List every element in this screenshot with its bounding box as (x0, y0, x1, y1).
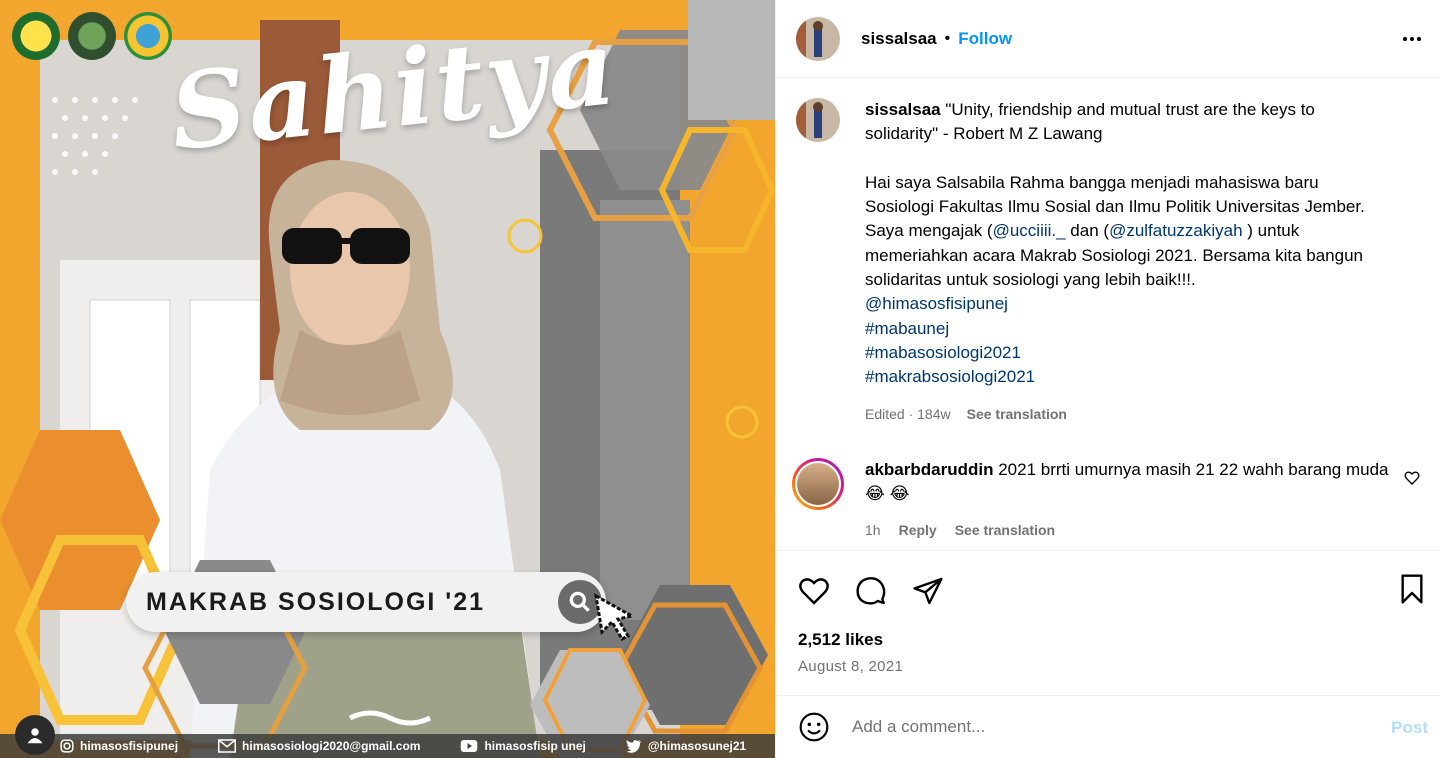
faculty-logo (68, 12, 116, 60)
story-avatar[interactable] (792, 457, 844, 510)
footer-twitter: @himasosunej21 (625, 739, 747, 753)
youtube-icon (461, 740, 478, 752)
like-comment-icon[interactable] (1404, 470, 1420, 486)
post-panel: sissalsaa • Follow sissalsaa "Unity, fri… (775, 0, 1440, 758)
heart-icon[interactable] (798, 575, 830, 607)
hashtag-link[interactable]: #makrabsosiologi2021 (865, 367, 1035, 386)
caption-text: sissalsaa "Unity, friendship and mutual … (865, 98, 1385, 426)
post-button[interactable]: Post (1391, 718, 1428, 738)
comment-input[interactable] (852, 717, 1332, 737)
footer-text: himasosfisip unej (484, 739, 586, 753)
separator-dot: • (944, 29, 951, 47)
twitter-icon (625, 740, 642, 753)
comment-icon[interactable] (855, 575, 887, 607)
user-icon (27, 728, 43, 744)
banner-text: MAKRAB SOSIOLOGI '21 (146, 587, 486, 616)
hashtag-link[interactable]: #mabasosiologi2021 (865, 343, 1021, 362)
avatar[interactable] (796, 16, 840, 61)
comment-time: 1h (865, 522, 881, 539)
more-options-icon[interactable] (1400, 27, 1424, 51)
cursor-icon (594, 593, 637, 641)
footer-text: @himasosunej21 (647, 739, 747, 753)
action-bar (776, 550, 1440, 630)
instagram-icon (60, 739, 74, 753)
caption-meta: Edited · 184w See translation (865, 402, 1385, 426)
footer-email: himasosiologi2020@gmail.com (218, 739, 420, 753)
comment-text: akbarbdaruddin 2021 brrti umurnya masih … (865, 458, 1395, 543)
reply-button[interactable]: Reply (899, 518, 937, 542)
comment-item: akbarbdaruddin 2021 brrti umurnya masih … (792, 457, 1420, 543)
footer-text: himasosfisipunej (80, 739, 179, 753)
footer-youtube: himasosfisip unej (460, 739, 586, 753)
user-tag-button[interactable] (15, 715, 55, 755)
caption-username[interactable]: sissalsaa (865, 100, 941, 119)
logos (12, 12, 172, 60)
mention-link[interactable]: @ucciiii._ (993, 221, 1066, 240)
mail-icon (218, 739, 237, 753)
bookmark-icon[interactable] (1396, 573, 1428, 605)
emoji-icon[interactable] (798, 711, 830, 743)
avatar[interactable] (796, 98, 840, 142)
footer-instagram: himasosfisipunej (60, 739, 178, 753)
comment-username[interactable]: akbarbdaruddin (865, 460, 993, 479)
post-media[interactable]: Sahitya MAKRAB SOSIOLOGI '21 himasosfisi… (0, 0, 775, 758)
comments-section: sissalsaa "Unity, friendship and mutual … (776, 78, 1440, 550)
see-translation-button[interactable]: See translation (955, 518, 1055, 542)
edited-time: Edited · 184w (865, 405, 951, 422)
caption: sissalsaa "Unity, friendship and mutual … (796, 98, 1420, 426)
event-banner: MAKRAB SOSIOLOGI '21 (126, 572, 606, 632)
share-icon[interactable] (912, 575, 944, 607)
add-comment-bar: Post (776, 695, 1440, 758)
mention-link[interactable]: @himasosfisipunej (865, 294, 1008, 313)
footer-text: himasosiologi2020@gmail.com (242, 739, 421, 753)
university-logo (12, 12, 60, 60)
post-header: sissalsaa • Follow (776, 0, 1440, 78)
likes-count[interactable]: 2,512 likes (776, 630, 1440, 650)
media-footer: himasosfisipunej himasosiologi2020@gmail… (0, 734, 775, 758)
caption-paragraph: dan ( (1065, 221, 1110, 241)
follow-button[interactable]: Follow (958, 29, 1012, 49)
see-translation-button[interactable]: See translation (967, 402, 1067, 426)
mention-link[interactable]: @zulfatuzzakiyah (1109, 221, 1243, 240)
post-date: August 8, 2021 (798, 658, 904, 675)
hashtag-link[interactable]: #mabaunej (865, 319, 949, 338)
comment-meta: 1h Reply See translation (865, 518, 1395, 542)
username-link[interactable]: sissalsaa (861, 29, 937, 49)
